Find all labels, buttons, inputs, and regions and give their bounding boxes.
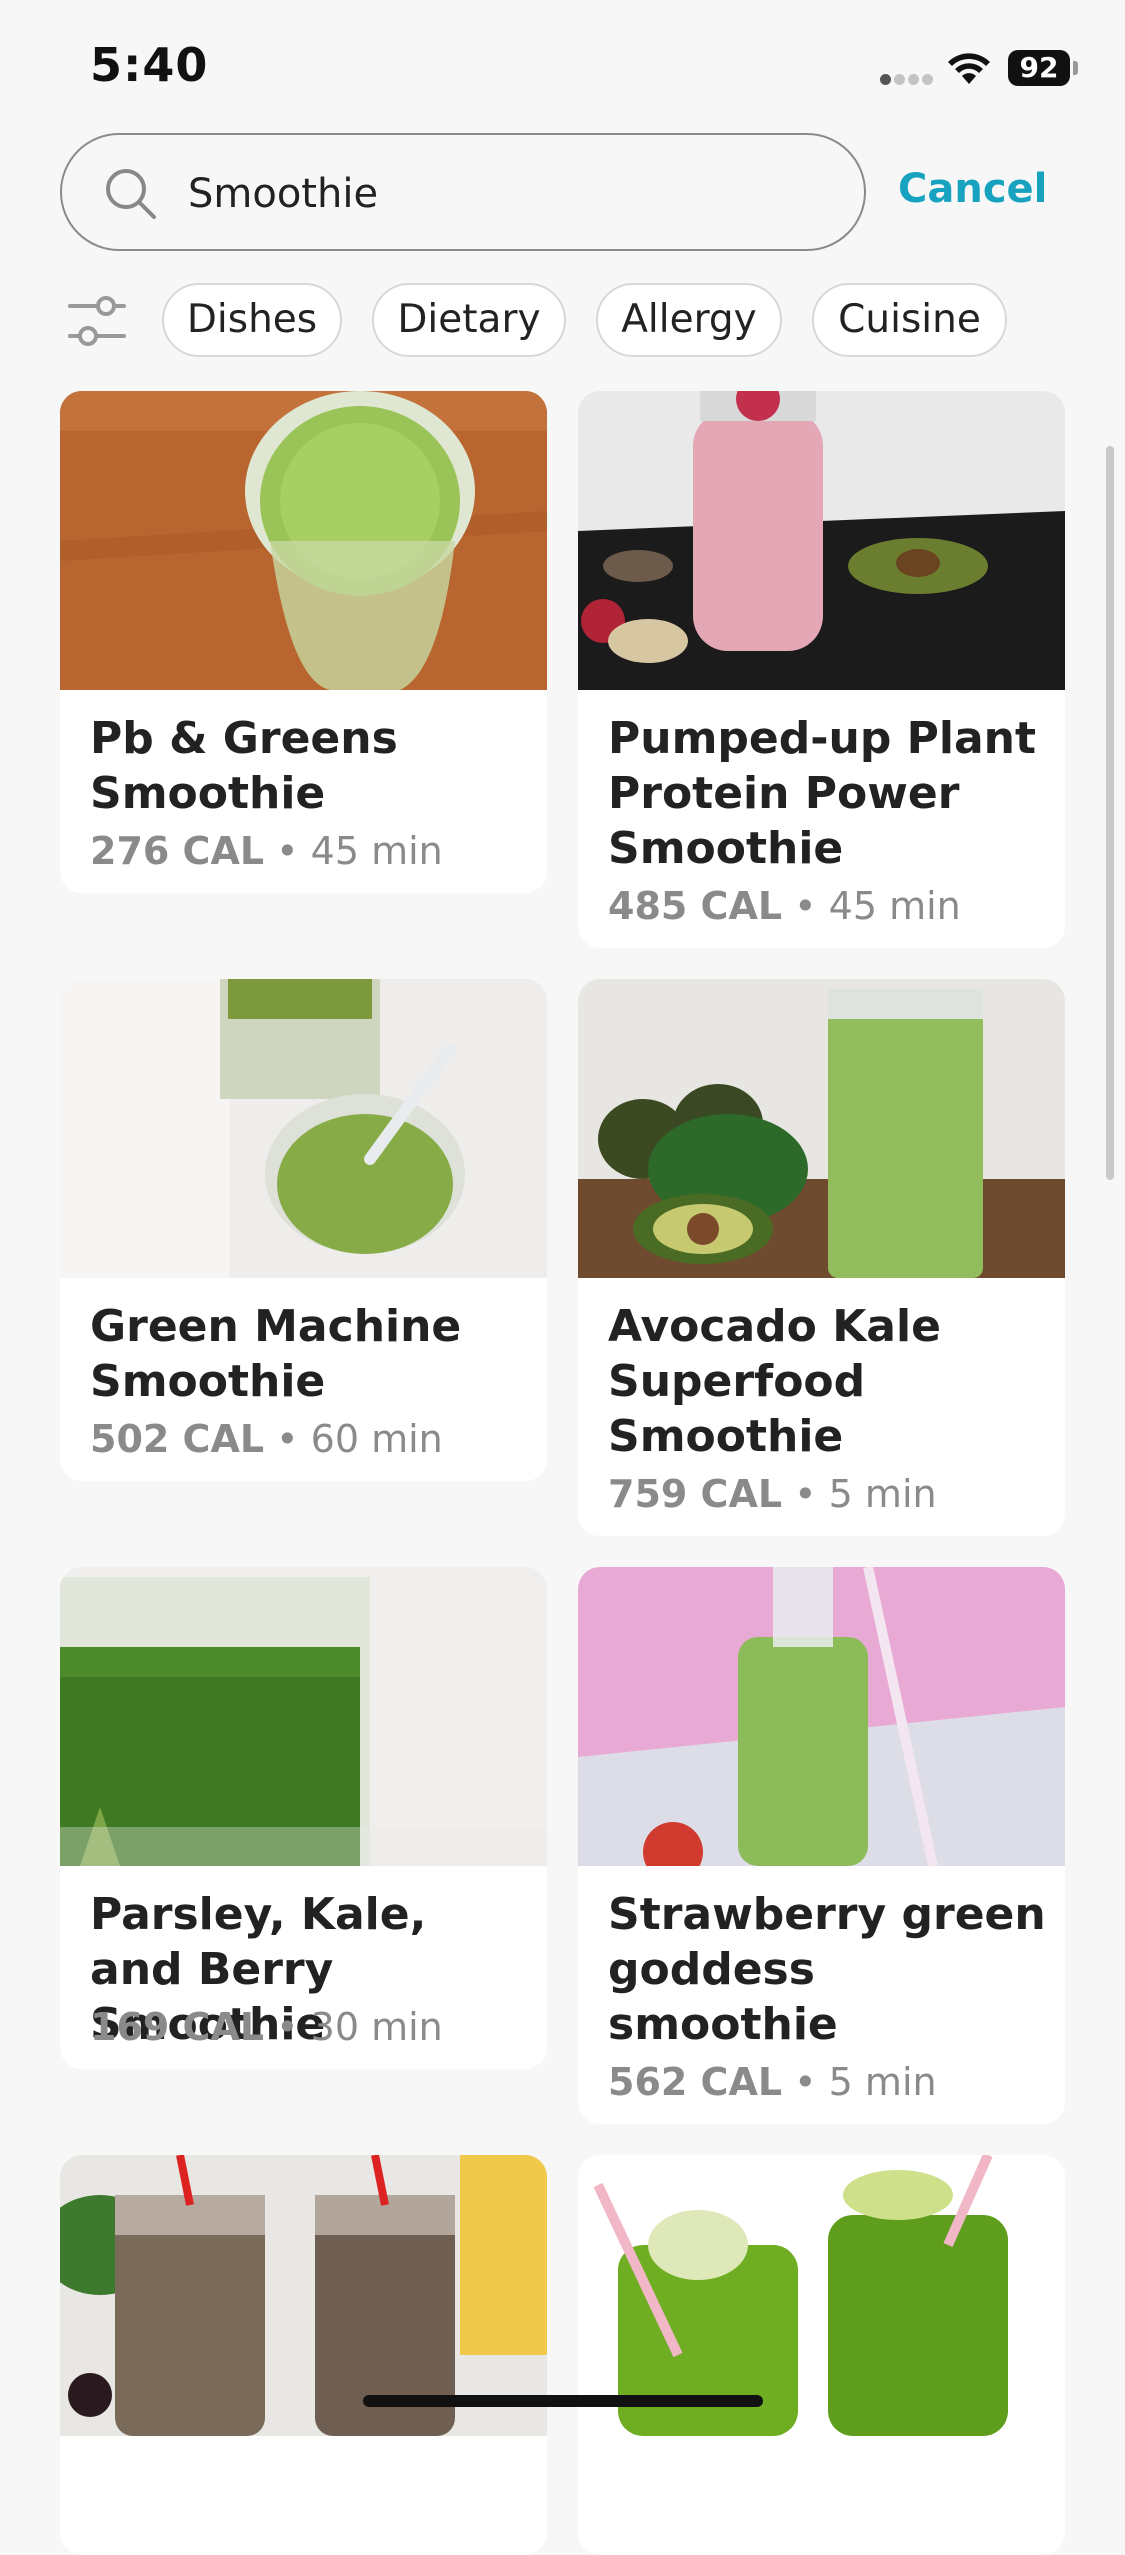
battery-nub [1073, 61, 1078, 75]
filter-chip-dishes[interactable]: Dishes [162, 283, 342, 357]
recipe-meta: 502 CAL • 60 min [90, 1417, 443, 1461]
recipe-time: 30 min [310, 2005, 443, 2049]
meta-separator: • [794, 2060, 817, 2104]
recipe-title: Strawberry green goddess smoothie [608, 1889, 1046, 2050]
recipe-calories: 276 CAL [90, 829, 265, 873]
recipe-card[interactable]: Pb & Greens Smoothie 276 CAL • 45 min [60, 391, 547, 893]
battery-icon: 92 [1008, 50, 1070, 86]
cellular-signal-icon [880, 70, 936, 89]
recipe-title: Pumped-up Plant Protein Power Smoothie [608, 713, 1037, 874]
recipe-image [578, 391, 1065, 690]
recipe-meta: 485 CAL • 45 min [608, 884, 961, 928]
meta-separator: • [794, 1472, 817, 1516]
status-time: 5:40 [90, 38, 209, 92]
meta-separator: • [276, 829, 299, 873]
meta-separator: • [276, 2005, 299, 2049]
recipe-card[interactable]: Strawberry green goddess smoothie 562 CA… [578, 1567, 1065, 2124]
filter-sliders-icon[interactable] [68, 292, 126, 350]
wifi-icon [948, 53, 990, 84]
recipe-calories: 169 CAL [90, 2005, 265, 2049]
recipe-image [60, 2155, 547, 2436]
recipe-image [578, 979, 1065, 1278]
filter-chip-allergy[interactable]: Allergy [596, 283, 782, 357]
recipe-card[interactable]: Green Machine Smoothie 502 CAL • 60 min [60, 979, 547, 1481]
status-bar: 5:40 92 [0, 0, 1125, 130]
filter-chip-dietary[interactable]: Dietary [372, 283, 566, 357]
recipe-title: Pb & Greens Smoothie [90, 713, 398, 819]
cancel-button[interactable]: Cancel [898, 166, 1047, 212]
recipe-time: 60 min [310, 1417, 443, 1461]
recipe-meta: 759 CAL • 5 min [608, 1472, 937, 1516]
recipe-card[interactable] [60, 2155, 547, 2555]
search-input[interactable] [186, 163, 830, 225]
recipe-time: 5 min [828, 1472, 937, 1516]
recipe-meta: 169 CAL • 30 min [90, 2005, 443, 2049]
recipe-title: Avocado Kale Superfood Smoothie [608, 1301, 941, 1462]
recipe-card[interactable] [578, 2155, 1065, 2555]
recipe-image [578, 1567, 1065, 1866]
meta-separator: • [794, 884, 817, 928]
recipe-image [60, 979, 547, 1278]
meta-separator: • [276, 1417, 299, 1461]
recipe-time: 5 min [828, 2060, 937, 2104]
recipe-meta: 562 CAL • 5 min [608, 2060, 937, 2104]
recipe-calories: 562 CAL [608, 2060, 783, 2104]
recipe-calories: 502 CAL [90, 1417, 265, 1461]
recipe-calories: 759 CAL [608, 1472, 783, 1516]
filter-chip-cuisine[interactable]: Cuisine [812, 283, 1007, 357]
recipe-card[interactable]: Pumped-up Plant Protein Power Smoothie 4… [578, 391, 1065, 948]
recipe-card[interactable]: Avocado Kale Superfood Smoothie 759 CAL … [578, 979, 1065, 1536]
recipe-time: 45 min [310, 829, 443, 873]
recipe-calories: 485 CAL [608, 884, 783, 928]
recipe-card[interactable]: Parsley, Kale, and Berry Smoothie 169 CA… [60, 1567, 547, 2069]
recipe-title: Green Machine Smoothie [90, 1301, 462, 1407]
recipe-time: 45 min [828, 884, 961, 928]
search-bar[interactable] [60, 133, 866, 251]
recipe-meta: 276 CAL • 45 min [90, 829, 443, 873]
scrollbar[interactable] [1106, 446, 1114, 1180]
recipe-image [578, 2155, 1065, 2436]
recipe-image [60, 391, 547, 690]
recipe-image [60, 1567, 547, 1866]
search-icon [106, 169, 156, 219]
home-indicator[interactable] [363, 2395, 763, 2407]
